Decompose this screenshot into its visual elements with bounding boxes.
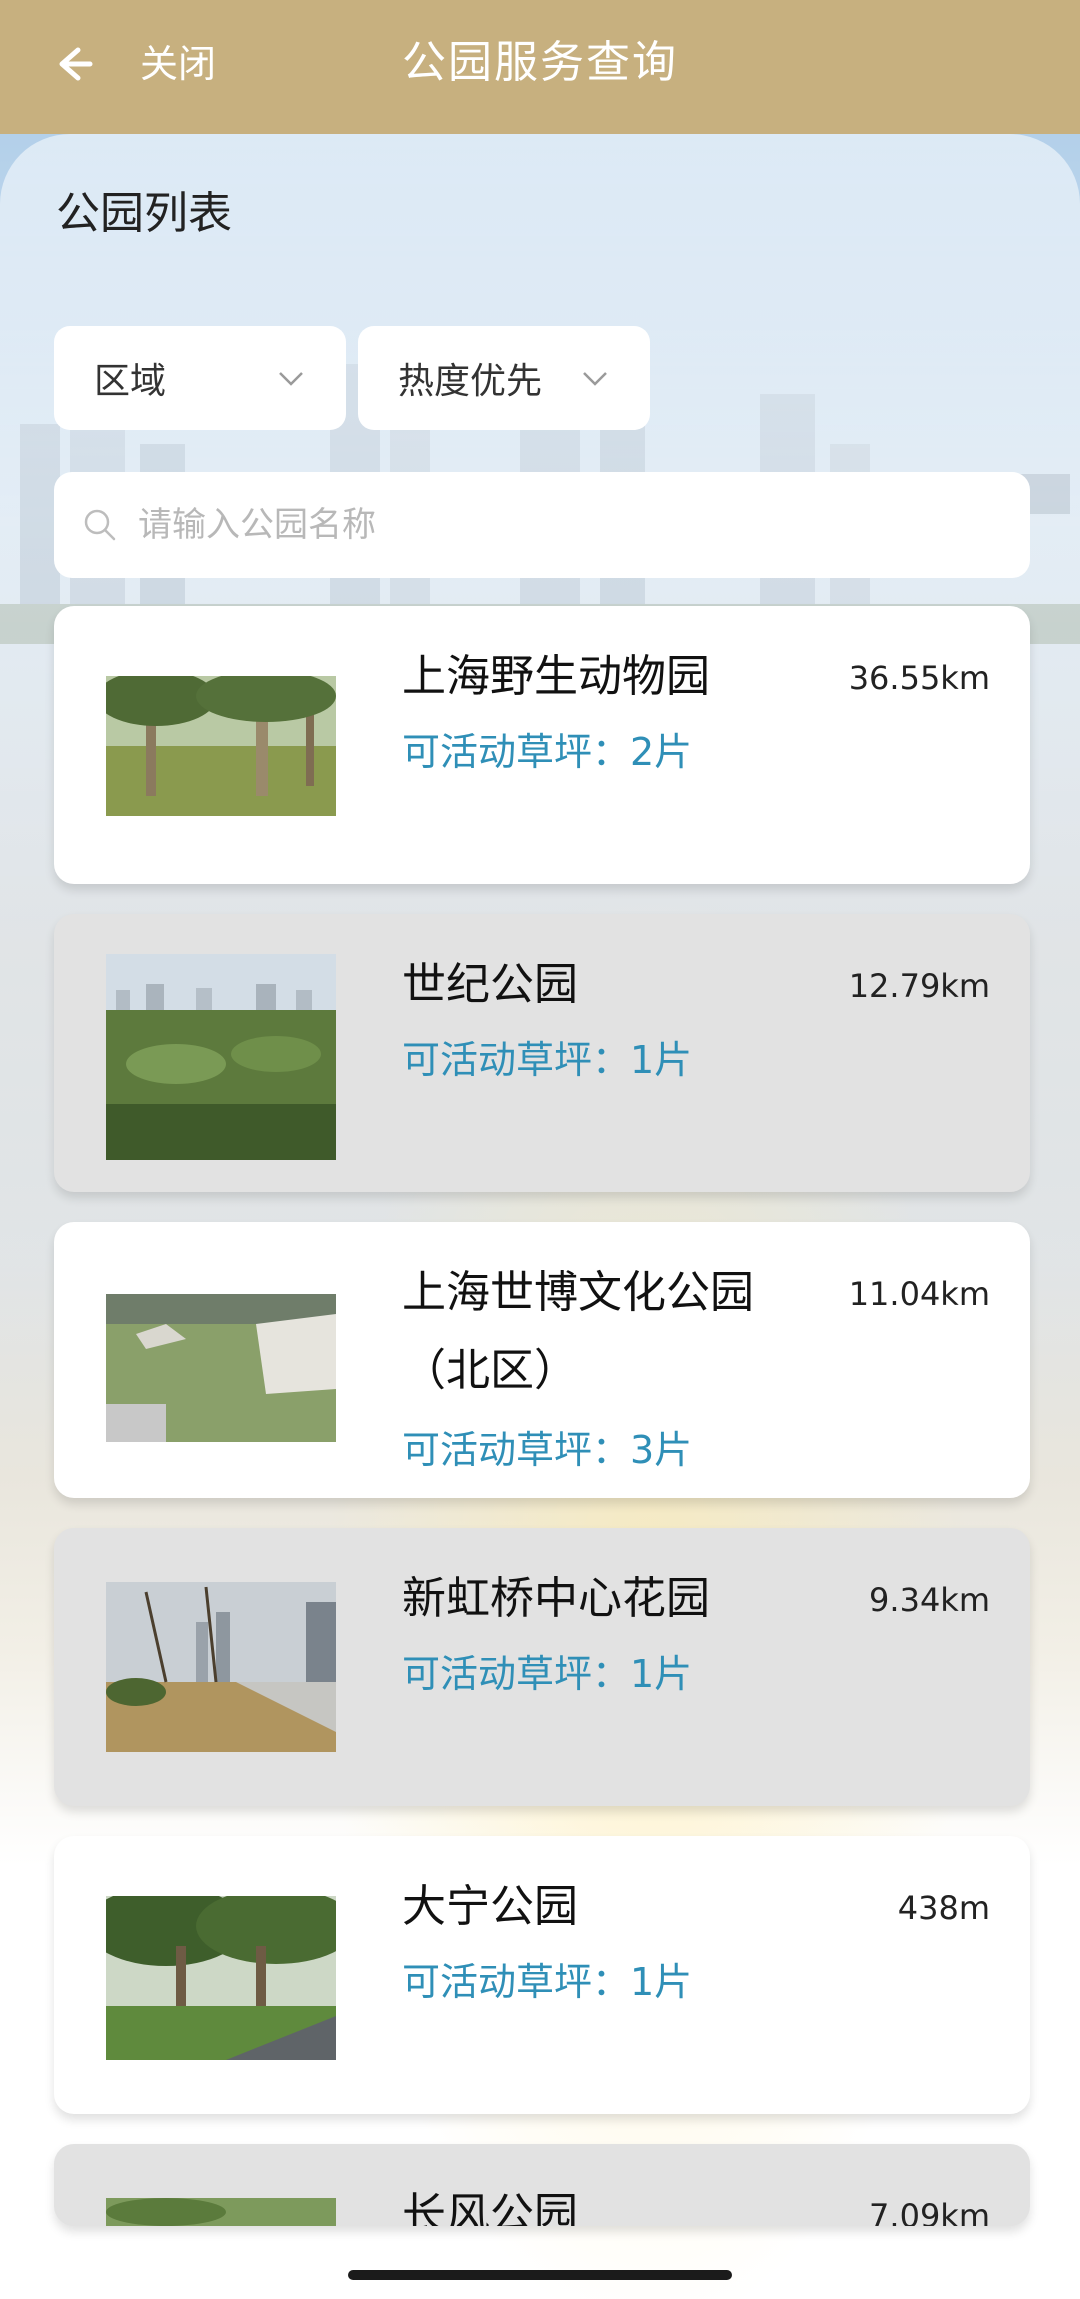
app-header: 关闭 公园服务查询 xyxy=(0,0,1080,134)
region-dropdown-label: 区域 xyxy=(94,361,167,402)
park-card[interactable]: 长风公园 7.09km xyxy=(54,2144,1030,2226)
park-card[interactable]: 新虹桥中心花园 9.34km 可活动草坪：1片 xyxy=(54,1528,1030,1806)
park-name: 新虹桥中心花园 xyxy=(402,1573,710,1624)
park-name: 上海野生动物园 xyxy=(402,651,710,702)
park-distance: 36.55km xyxy=(848,659,990,697)
park-card[interactable]: 世纪公园 12.79km 可活动草坪：1片 xyxy=(54,914,1030,1192)
park-lawn-count: 可活动草坪：1片 xyxy=(402,1960,693,2004)
region-dropdown[interactable]: 区域 xyxy=(54,326,346,430)
park-card[interactable]: 上海世博文化公园（北区） 11.04km 可活动草坪：3片 xyxy=(54,1222,1030,1498)
park-distance: 9.34km xyxy=(869,1581,990,1619)
park-thumbnail xyxy=(106,1294,336,1442)
park-thumbnail xyxy=(106,954,336,1160)
park-distance: 11.04km xyxy=(848,1275,990,1313)
chevron-down-icon xyxy=(279,372,303,386)
park-distance: 438m xyxy=(897,1889,990,1927)
sort-dropdown-label: 热度优先 xyxy=(398,361,543,402)
home-indicator xyxy=(348,2270,732,2280)
park-distance: 7.09km xyxy=(869,2197,990,2226)
park-name: 世纪公园 xyxy=(402,959,578,1010)
park-thumbnail xyxy=(106,1582,336,1752)
section-title: 公园列表 xyxy=(56,188,232,239)
search-bar[interactable] xyxy=(54,472,1030,578)
park-thumbnail xyxy=(106,676,336,816)
park-lawn-count: 可活动草坪：3片 xyxy=(402,1428,693,1472)
park-distance: 12.79km xyxy=(848,967,990,1005)
sort-dropdown[interactable]: 热度优先 xyxy=(358,326,650,430)
park-name: 大宁公园 xyxy=(402,1881,578,1932)
park-lawn-count: 可活动草坪：1片 xyxy=(402,1652,693,1696)
page-title: 公园服务查询 xyxy=(402,37,678,88)
park-thumbnail xyxy=(106,1896,336,2060)
park-card[interactable]: 上海野生动物园 36.55km 可活动草坪：2片 xyxy=(54,606,1030,884)
park-thumbnail xyxy=(106,2198,336,2226)
search-icon xyxy=(84,509,116,541)
park-name: 长风公园 xyxy=(402,2189,578,2226)
chevron-down-icon xyxy=(583,372,607,386)
search-input[interactable] xyxy=(136,504,940,546)
park-card[interactable]: 大宁公园 438m 可活动草坪：1片 xyxy=(54,1836,1030,2114)
park-lawn-count: 可活动草坪：1片 xyxy=(402,1038,693,1082)
park-name: 上海世博文化公园（北区） xyxy=(402,1267,754,1396)
park-lawn-count: 可活动草坪：2片 xyxy=(402,730,693,774)
